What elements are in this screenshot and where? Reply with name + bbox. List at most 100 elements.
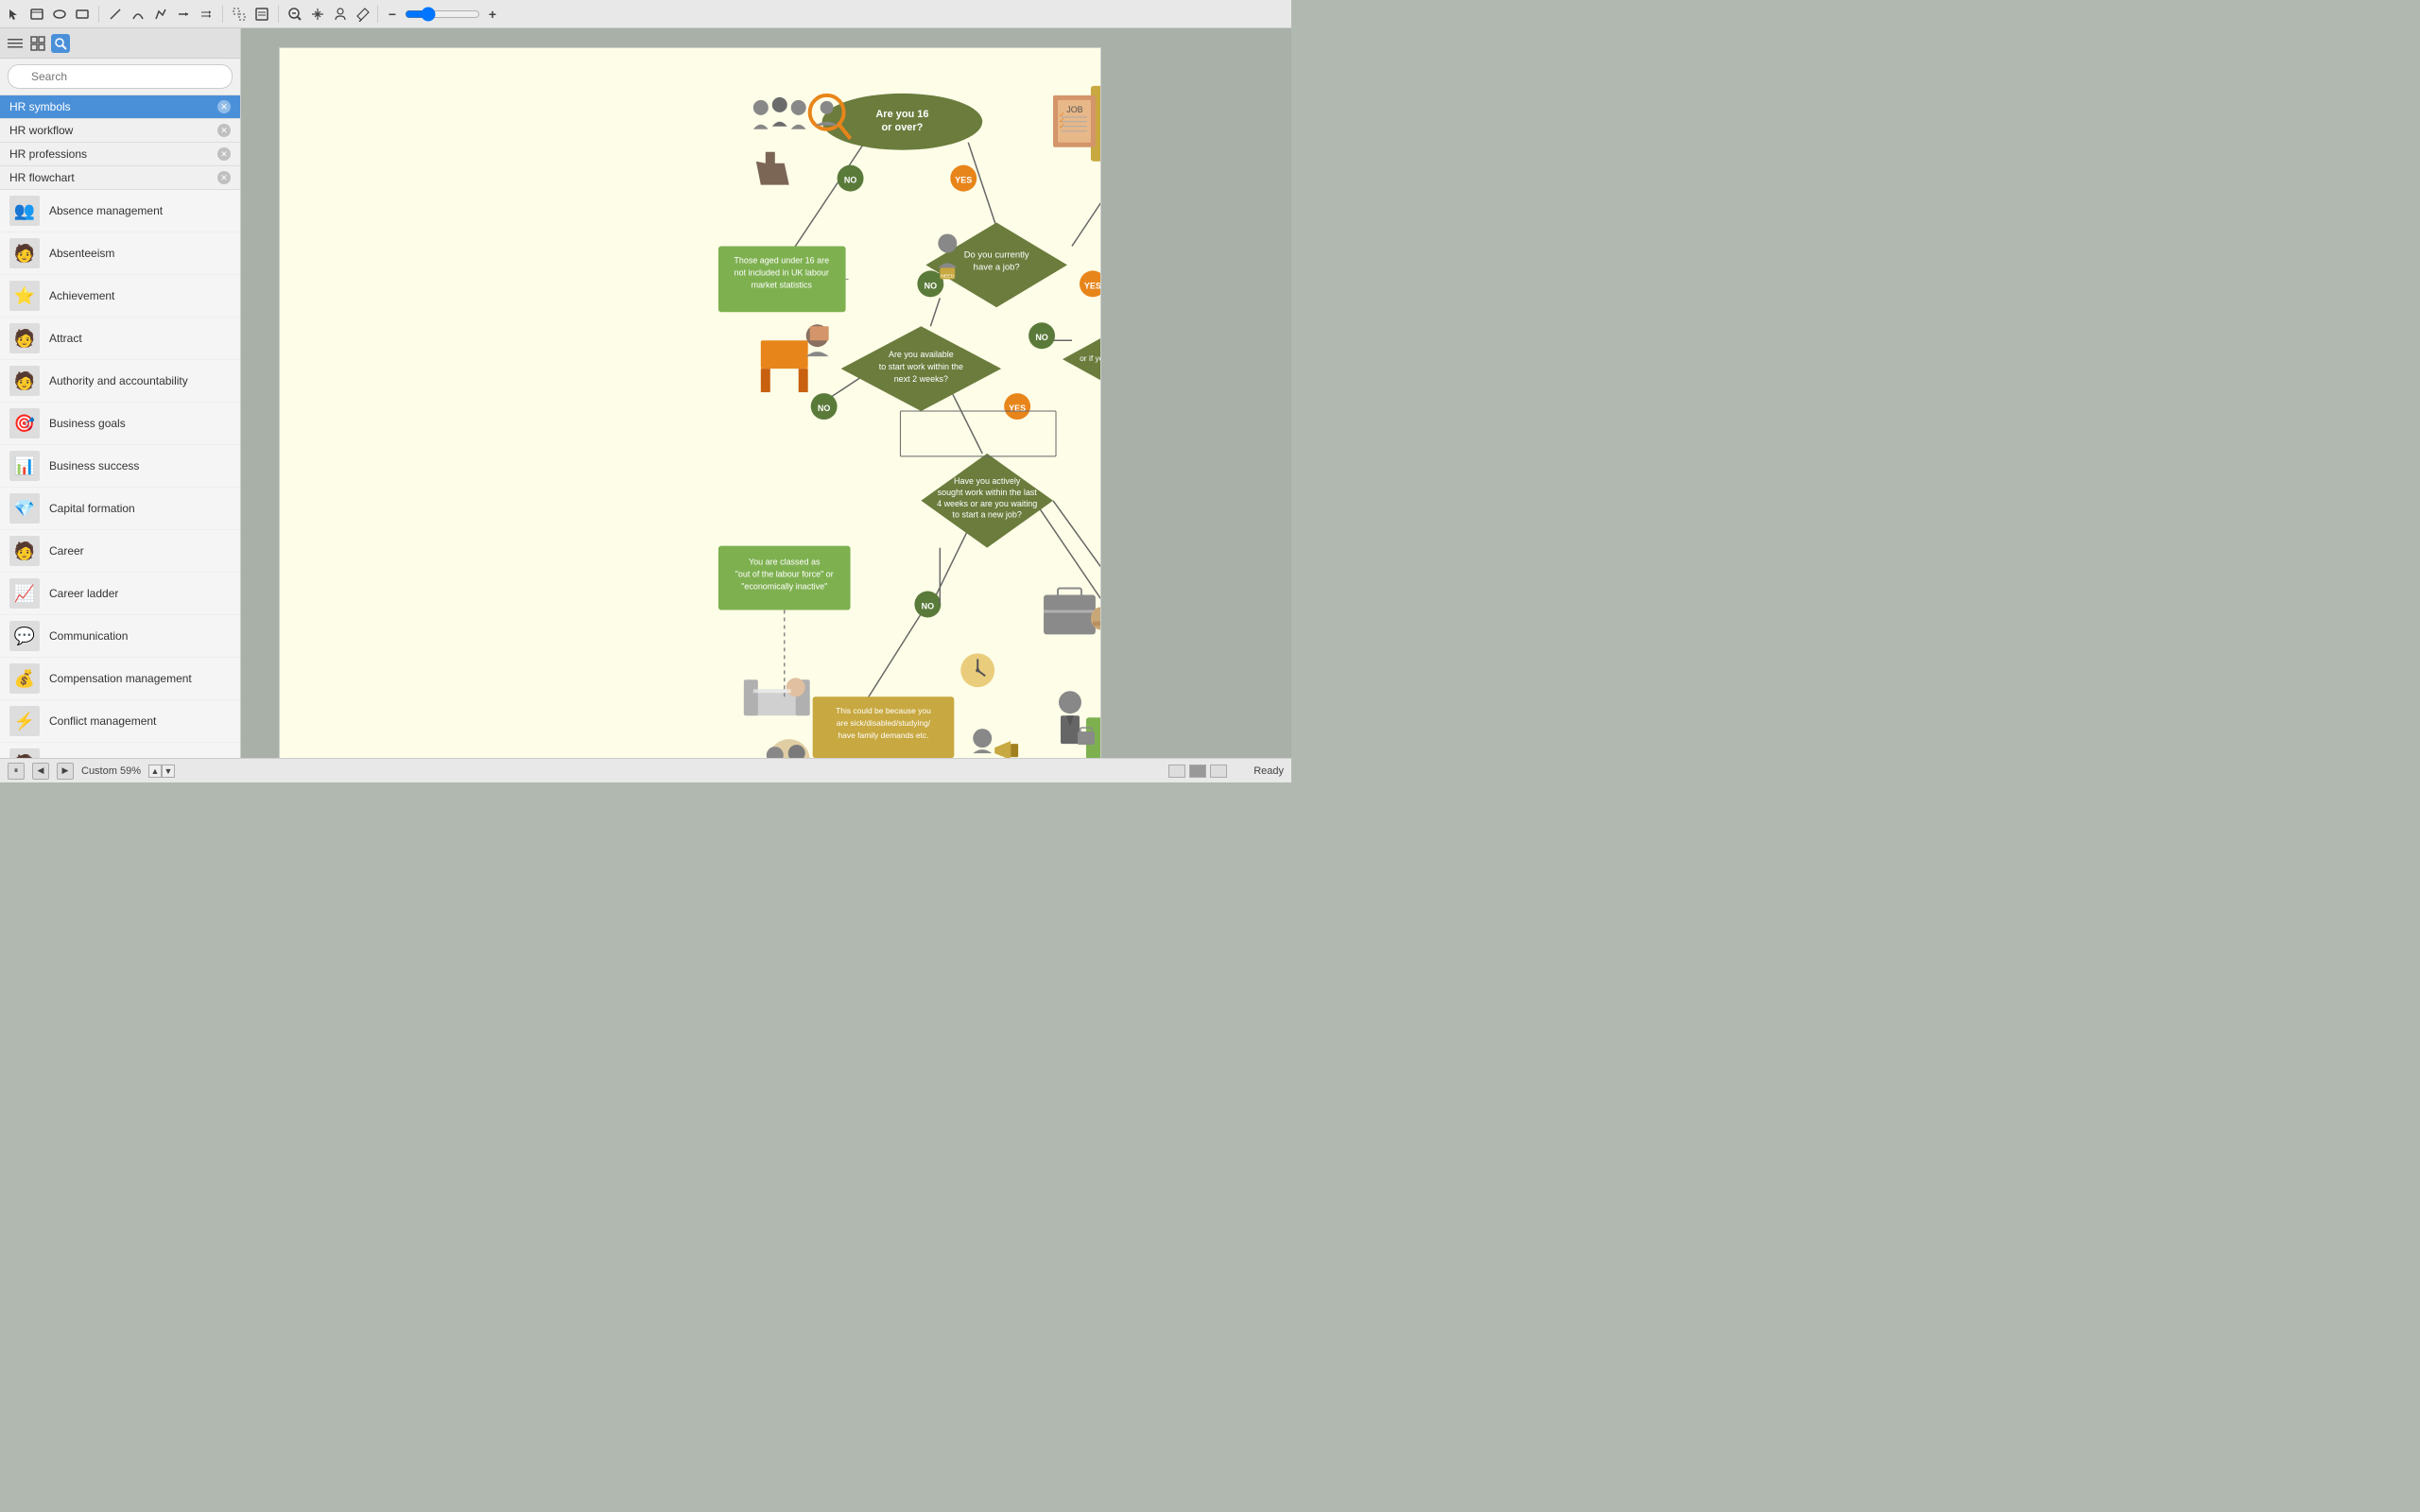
symbol-thumb-compensation-management: 💰 [9,663,40,694]
svg-text:Have you actively: Have you actively [954,476,1021,486]
symbol-thumb-conflict-management: ⚡ [9,706,40,736]
zoom-plus[interactable]: + [482,4,503,25]
pause-btn[interactable]: ⏸ [8,763,25,780]
list-item[interactable]: 💎 Capital formation [0,488,240,530]
menu-icon[interactable] [6,34,25,53]
view-medium-btn[interactable] [1189,765,1206,778]
diagram-canvas[interactable]: NO YES Are you 16 or over? A 'yes' appli… [279,47,1101,758]
close-hr-workflow[interactable]: ✕ [217,124,231,137]
symbol-thumb-achievement: ⭐ [9,281,40,311]
multi-connector-tool[interactable] [196,4,216,25]
status-bar: ⏸ ◀ ▶ Custom 59% ▲ ▼ Ready [0,758,1291,782]
svg-text:NO: NO [922,601,934,610]
close-hr-symbols[interactable]: ✕ [217,100,231,113]
tab-hr-professions[interactable]: HR professions ✕ [0,143,240,166]
svg-text:NO: NO [818,404,830,413]
rect-tool[interactable] [72,4,93,25]
list-item[interactable]: ⚡ Conflict management [0,700,240,743]
panel-search-icon[interactable] [51,34,70,53]
zoom-out-tool[interactable] [285,4,305,25]
cursor-tool[interactable] [4,4,25,25]
symbol-label-achievement: Achievement [49,289,114,302]
symbol-thumb-communication: 💬 [9,621,40,651]
tab-hr-workflow[interactable]: HR workflow ✕ [0,119,240,143]
canvas-area[interactable]: NO YES Are you 16 or over? A 'yes' appli… [241,28,1291,758]
shape-tools [229,4,272,25]
svg-text:JOB: JOB [942,279,952,284]
symbol-label-communication: Communication [49,629,128,643]
symbol-label-conflict-management: Conflict management [49,714,156,728]
list-item[interactable]: 🧑 Career [0,530,240,573]
symbol-thumb-career-ladder: 📈 [9,578,40,609]
note-tool[interactable] [251,4,272,25]
zoom-step-down[interactable]: ▼ [162,765,175,778]
eyedropper-tool[interactable] [353,4,373,25]
prev-btn[interactable]: ◀ [32,763,49,780]
polyline-tool[interactable] [150,4,171,25]
svg-text:NO: NO [1035,333,1047,342]
symbol-thumb-authority-accountability: 🧑 [9,366,40,396]
list-item[interactable]: 🧑 Conformance [0,743,240,758]
list-item[interactable]: 🧑 Authority and accountability [0,360,240,403]
status-text: Ready [1253,765,1284,777]
view-large-btn[interactable] [1210,765,1227,778]
symbol-label-authority-accountability: Authority and accountability [49,374,188,387]
svg-text:YES: YES [955,176,972,185]
svg-text:have a job?: have a job? [974,262,1020,272]
svg-text:have family demands etc.: have family demands etc. [838,730,928,740]
list-item[interactable]: 🎯 Business goals [0,403,240,445]
symbol-label-absenteeism: Absenteeism [49,247,114,260]
zoom-step-up[interactable]: ▲ [148,765,162,778]
list-item[interactable]: 🧑 Absenteeism [0,232,240,275]
list-item[interactable]: 📊 Business success [0,445,240,488]
close-hr-flowchart[interactable]: ✕ [217,171,231,184]
svg-text:sought work within the last: sought work within the last [938,488,1038,497]
next-btn[interactable]: ▶ [57,763,74,780]
sep2 [222,6,223,23]
list-item[interactable]: 💰 Compensation management [0,658,240,700]
svg-text:are sick/disabled/studying/: are sick/disabled/studying/ [837,718,931,728]
svg-text:YES: YES [1084,281,1100,290]
symbol-label-compensation-management: Compensation management [49,672,192,685]
svg-text:Do you currently: Do you currently [964,249,1029,260]
group-tool[interactable] [229,4,250,25]
connector-tool[interactable] [173,4,194,25]
person-tool[interactable] [330,4,351,25]
symbol-label-business-success: Business success [49,459,139,472]
zoom-tools: − + [285,4,503,25]
symbol-thumb-business-goals: 🎯 [9,408,40,438]
search-input[interactable] [8,64,233,89]
pan-tool[interactable] [307,4,328,25]
arc-tool[interactable] [128,4,148,25]
symbol-thumb-attract: 🧑 [9,323,40,353]
diagram-svg: NO YES Are you 16 or over? A 'yes' appli… [280,48,1100,758]
symbol-list: 👥 Absence management 🧑 Absenteeism ⭐ Ach… [0,190,240,758]
close-hr-professions[interactable]: ✕ [217,147,231,161]
search-wrapper: 🔍 [8,64,233,89]
line-tools [105,4,216,25]
zoom-stepper[interactable]: ▲ ▼ [148,765,175,778]
symbol-thumb-business-success: 📊 [9,451,40,481]
oval-tool[interactable] [49,4,70,25]
svg-text:to start a new job?: to start a new job? [953,510,1022,520]
symbol-label-absence-management: Absence management [49,204,163,217]
grid-view-icon[interactable] [28,34,47,53]
svg-text:4 weeks or are you waiting: 4 weeks or are you waiting [937,499,1037,508]
list-item[interactable]: ⭐ Achievement [0,275,240,318]
symbol-thumb-absence-management: 👥 [9,196,40,226]
zoom-slider[interactable] [405,7,480,22]
search-container: 🔍 [0,59,240,95]
list-item[interactable]: 💬 Communication [0,615,240,658]
line-tool[interactable] [105,4,126,25]
list-item[interactable]: 👥 Absence management [0,190,240,232]
svg-text:YES: YES [1009,404,1026,413]
list-item[interactable]: 📈 Career ladder [0,573,240,615]
zoom-label: Custom 59% [81,765,141,777]
list-item[interactable]: 🧑 Attract [0,318,240,360]
svg-text:Those aged under 16 are: Those aged under 16 are [734,255,829,265]
tab-hr-symbols[interactable]: HR symbols ✕ [0,95,240,119]
window-tool[interactable] [26,4,47,25]
tab-hr-flowchart[interactable]: HR flowchart ✕ [0,166,240,190]
zoom-minus[interactable]: − [382,4,403,25]
view-list-btn[interactable] [1168,765,1185,778]
